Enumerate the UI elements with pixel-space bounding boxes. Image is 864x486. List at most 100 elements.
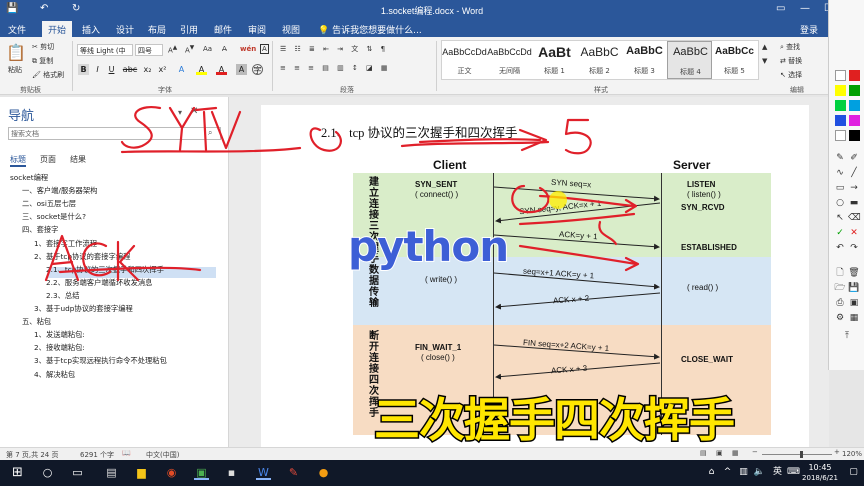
nav-close-icon[interactable]: ✕ bbox=[190, 106, 198, 117]
app-icon-1[interactable]: ▤ bbox=[104, 465, 119, 480]
recorder-icon[interactable]: ● bbox=[316, 465, 331, 480]
subscript-button[interactable]: x₂ bbox=[142, 64, 153, 75]
style-heading-3[interactable]: AaBbC 标题 3 bbox=[622, 41, 667, 79]
nav-heading-item[interactable]: 3、基于tcp实现远程执行命令不处理粘包 bbox=[34, 356, 167, 366]
minimize-icon[interactable]: — bbox=[800, 3, 810, 14]
nav-heading-item[interactable]: 一、客户端/服务器架构 bbox=[22, 186, 97, 196]
zoom-slider-thumb[interactable] bbox=[800, 451, 803, 458]
ribbon-options-icon[interactable]: ▭ bbox=[776, 3, 785, 14]
nav-heading-item[interactable]: 五、粘包 bbox=[22, 317, 51, 327]
line-icon[interactable]: ╱ bbox=[848, 167, 860, 179]
page-count[interactable]: 第 7 页,共 24 页 bbox=[6, 450, 59, 460]
styles-scroll-up-icon[interactable]: ▲ bbox=[762, 43, 767, 51]
zoom-out-icon[interactable]: − bbox=[752, 448, 758, 456]
web-layout-icon[interactable]: ▦ bbox=[732, 449, 739, 457]
pinyin-icon[interactable]: wén bbox=[240, 45, 256, 53]
windows-start-icon[interactable]: ⊞ bbox=[10, 465, 25, 480]
save-icon[interactable]: 💾 bbox=[848, 282, 860, 294]
style-heading-4[interactable]: AaBbC 标题 4 bbox=[667, 41, 712, 79]
style-no-spacing[interactable]: AaBbCcDd 无间隔 bbox=[487, 41, 532, 79]
font-size-box[interactable]: 四号 bbox=[135, 44, 163, 56]
enclose-char-button[interactable]: 字 bbox=[252, 64, 263, 75]
nav-heading-item[interactable]: 1、套接字工作流程 bbox=[34, 239, 97, 249]
pen-icon[interactable]: ✎ bbox=[834, 152, 846, 164]
nav-tab-pages[interactable]: 页面 bbox=[40, 154, 56, 165]
ime-indicator[interactable]: 英 bbox=[770, 465, 785, 480]
collapse-icon[interactable]: ⤒ bbox=[841, 330, 853, 342]
tab-file[interactable]: 文件 bbox=[8, 23, 26, 36]
change-case-icon[interactable]: Aa bbox=[203, 45, 212, 53]
color-cyan[interactable] bbox=[849, 100, 860, 111]
word-count[interactable]: 6291 个字 bbox=[80, 450, 114, 460]
print-icon[interactable]: ⎙ bbox=[834, 297, 846, 309]
format-painter-button[interactable]: 🖌 格式刷 bbox=[32, 70, 64, 80]
list-buttons[interactable]: ☰ ☷ ≣ ⇤ ⇥ 文 ⇅ ¶ bbox=[280, 44, 388, 54]
strikethrough-button[interactable]: abc bbox=[122, 64, 138, 75]
filled-rect-icon[interactable]: ▬ bbox=[848, 197, 860, 209]
tab-home[interactable]: 开始 bbox=[42, 21, 73, 37]
document-heading[interactable]: 2.1、tcp 协议的三次握手和四次挥手 bbox=[321, 122, 518, 141]
nav-heading-item[interactable]: 2.1、tcp协议的三次握手和四次挥手 bbox=[46, 265, 164, 275]
nav-heading-item[interactable]: 2、基于tcp协议的套接字编程 bbox=[34, 252, 130, 262]
tab-view[interactable]: 视图 bbox=[282, 23, 300, 36]
nav-heading-item[interactable]: 二、osi五层七层 bbox=[22, 199, 76, 209]
clock-date[interactable]: 2018/6/21 bbox=[798, 474, 842, 482]
find-button[interactable]: ⌕ 查找 bbox=[780, 42, 800, 52]
replace-button[interactable]: ⇄ 替换 bbox=[780, 56, 802, 66]
color-black[interactable] bbox=[849, 130, 860, 141]
shrink-font-icon[interactable]: A▼ bbox=[185, 45, 194, 54]
font-color-button[interactable]: A bbox=[216, 64, 227, 75]
settings-icon[interactable]: ⚙ bbox=[834, 312, 846, 324]
color-red[interactable] bbox=[849, 70, 860, 81]
file-explorer-icon[interactable]: ▆ bbox=[134, 465, 149, 480]
clear-format-icon[interactable]: A̶ bbox=[222, 45, 227, 53]
char-border-icon[interactable]: A bbox=[260, 44, 269, 54]
copy-button[interactable]: ⧉ 复制 bbox=[32, 56, 53, 66]
redo-icon[interactable]: ↷ bbox=[848, 242, 860, 254]
superscript-button[interactable]: x² bbox=[157, 64, 168, 75]
color-white-2[interactable] bbox=[835, 130, 846, 141]
paste-button[interactable]: 粘贴 bbox=[8, 65, 22, 75]
nav-heading-item[interactable]: 1、发送端粘包: bbox=[34, 330, 85, 340]
tab-layout[interactable]: 布局 bbox=[148, 23, 166, 36]
word-icon[interactable]: W bbox=[256, 465, 271, 480]
open-icon[interactable]: 🗁 bbox=[834, 282, 846, 294]
proofing-icon[interactable]: 📖 bbox=[122, 449, 131, 457]
search-icon[interactable]: ○ bbox=[40, 465, 55, 480]
marker-icon[interactable]: ✐ bbox=[848, 152, 860, 164]
tab-review[interactable]: 审阅 bbox=[248, 23, 266, 36]
text-effects-button[interactable]: A bbox=[176, 64, 187, 75]
tray-people-icon[interactable]: ⌂ bbox=[704, 465, 719, 480]
nav-heading-item[interactable]: 3、基于udp协议的套接字编程 bbox=[34, 304, 133, 314]
bold-button[interactable]: B bbox=[78, 64, 89, 75]
underline-button[interactable]: U bbox=[106, 64, 117, 75]
align-buttons[interactable]: ≡ ≡ ≡ ▤ ▥ ↕ ◪ ▦ bbox=[280, 64, 391, 72]
nav-heading-item[interactable]: 2、接收端粘包: bbox=[34, 343, 85, 353]
trash-icon[interactable]: 🗑 bbox=[848, 267, 860, 279]
pen-tool-icon[interactable]: ✎ bbox=[286, 465, 301, 480]
print-layout-icon[interactable]: ▣ bbox=[716, 449, 723, 457]
color-lime[interactable] bbox=[835, 100, 846, 111]
styles-scroll-down-icon[interactable]: ▼ bbox=[762, 57, 767, 65]
search-icon[interactable]: ⌕ bbox=[208, 128, 212, 138]
nav-heading-item[interactable]: 2.2、服务端客户端循环收发消息 bbox=[46, 278, 152, 288]
select-button[interactable]: ↖ 选择 bbox=[780, 70, 802, 80]
grid-icon[interactable]: ▦ bbox=[848, 312, 860, 324]
cursor-icon[interactable]: ↖ bbox=[834, 212, 846, 224]
terminal-icon[interactable]: ▪ bbox=[224, 465, 239, 480]
rectangle-icon[interactable]: ▭ bbox=[834, 182, 846, 194]
check-icon[interactable]: ✓ bbox=[834, 227, 846, 239]
read-mode-icon[interactable]: ▤ bbox=[700, 449, 707, 457]
zoom-in-icon[interactable]: + bbox=[834, 448, 840, 456]
cross-icon[interactable]: ✕ bbox=[848, 227, 860, 239]
pycharm-icon[interactable]: ▣ bbox=[194, 465, 209, 480]
arrow-icon[interactable]: → bbox=[848, 182, 860, 194]
sign-in-link[interactable]: 登录 bbox=[800, 23, 818, 36]
tab-insert[interactable]: 插入 bbox=[82, 23, 100, 36]
screenshot-icon[interactable]: ▣ bbox=[848, 297, 860, 309]
task-view-icon[interactable]: ▭ bbox=[70, 465, 85, 480]
notifications-icon[interactable]: ▢ bbox=[846, 465, 861, 480]
undo-icon[interactable]: ↶ bbox=[834, 242, 846, 254]
clock-time[interactable]: 10:45 bbox=[800, 463, 840, 472]
tab-design[interactable]: 设计 bbox=[116, 23, 134, 36]
